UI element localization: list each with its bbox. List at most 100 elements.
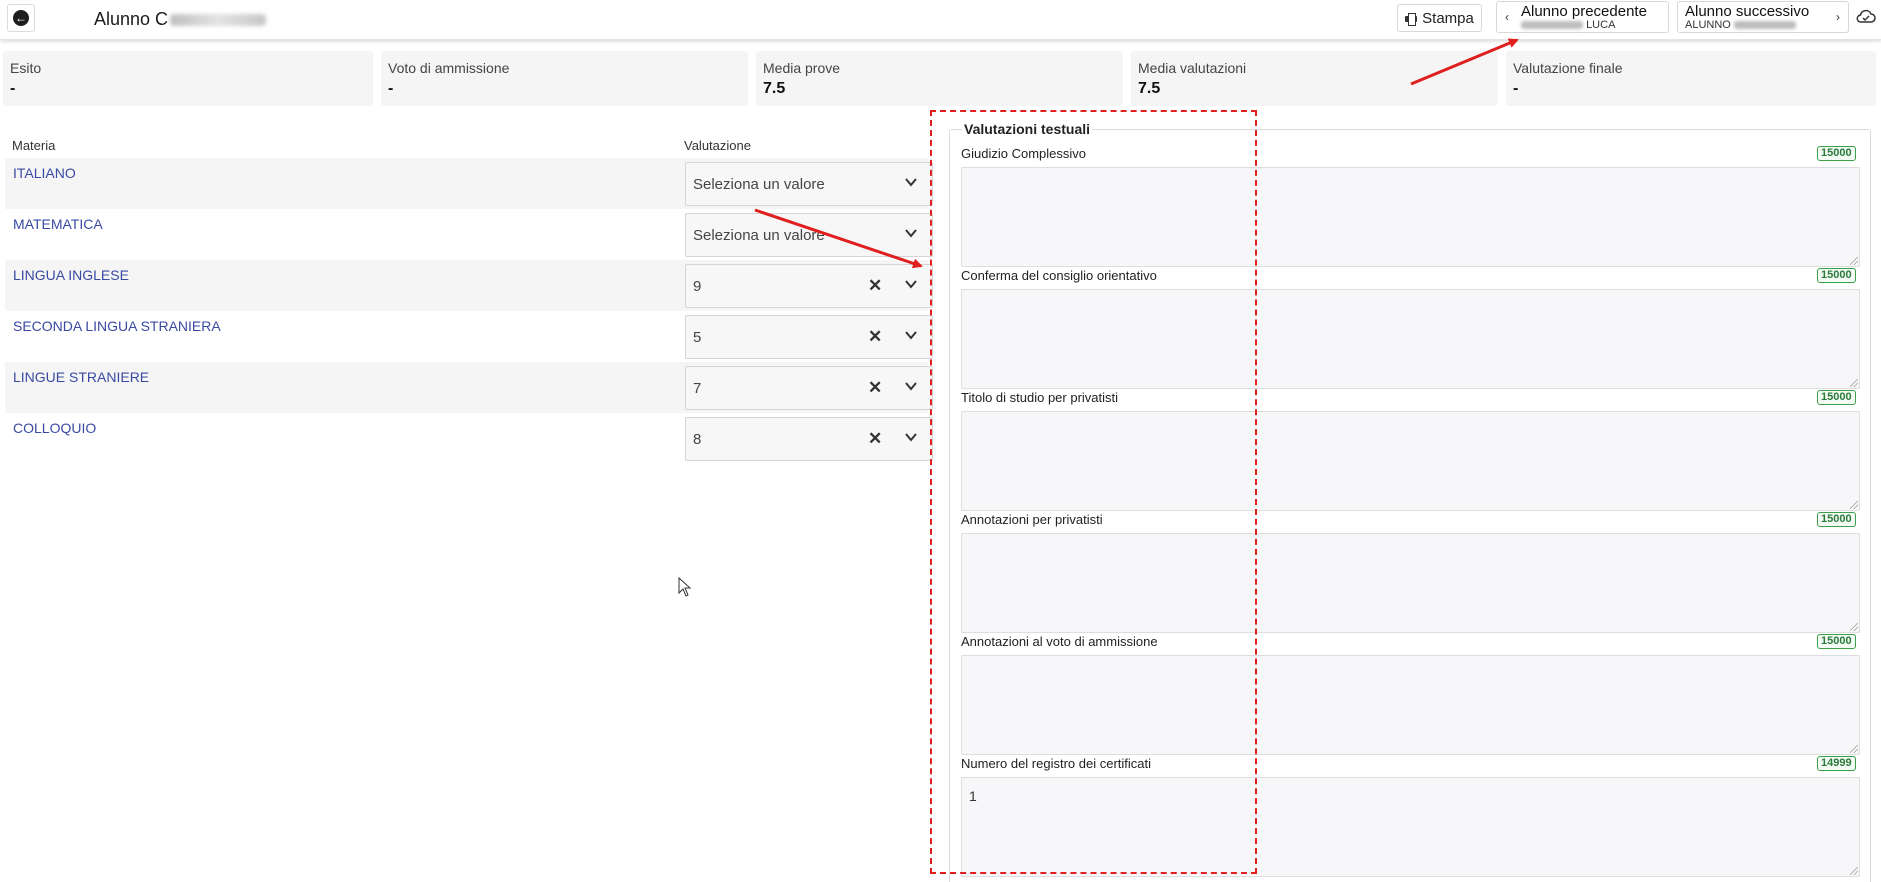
char-counter: 15000 [1817,390,1856,405]
column-header-valutazione: Valutazione [684,138,751,153]
field-label-consiglio: Conferma del consiglio orientativo [961,268,1157,283]
previous-student-button[interactable]: ‹ Alunno precedente LUCA [1496,1,1669,33]
summary-value: 7.5 [763,80,786,97]
back-button[interactable]: ← [7,4,35,32]
summary-label: Voto di ammissione [388,60,510,76]
resize-handle[interactable] [1850,501,1858,509]
grade-select-value: Seleziona un valore [693,227,825,244]
resize-handle[interactable] [1850,257,1858,265]
next-student-button[interactable]: Alunno successivo ALUNNO › [1677,1,1849,33]
subject-link[interactable]: LINGUE STRANIERE [13,369,149,385]
top-bar: ← Alunno C Stampa ‹ Alunno precedente LU… [0,0,1881,40]
print-button[interactable]: Stampa [1397,4,1482,32]
grade-row: SECONDA LINGUA STRANIERA 5 ✕ [5,311,933,362]
chevron-right-icon: › [1836,10,1840,24]
next-student-label: Alunno successivo [1685,3,1810,20]
resize-handle[interactable] [1850,379,1858,387]
grade-select-value: 5 [693,329,702,346]
field-label-numero-registro: Numero del registro dei certificati [961,756,1152,771]
next-student-name: ALUNNO [1685,19,1796,31]
chevron-down-icon [905,382,917,391]
back-icon: ← [13,10,29,26]
giudizio-complessivo-textarea[interactable] [961,167,1860,267]
previous-student-name: LUCA [1521,19,1615,31]
grade-select[interactable]: Seleziona un valore [685,162,933,206]
subject-link[interactable]: SECONDA LINGUA STRANIERA [13,318,221,334]
grade-select-value: 9 [693,278,702,295]
summary-card-esito: Esito - [3,51,373,106]
field-label-giudizio: Giudizio Complessivo [961,146,1086,161]
grade-row: MATEMATICA Seleziona un valore [5,209,933,260]
clear-icon[interactable]: ✕ [868,327,882,347]
student-name: Alunno C [94,9,169,29]
grade-row: LINGUE STRANIERE 7 ✕ [5,362,933,413]
chevron-down-icon [905,229,917,238]
textarea-value: 1 [969,788,977,804]
summary-label: Media valutazioni [1138,60,1247,76]
resize-handle[interactable] [1850,623,1858,631]
resize-handle[interactable] [1850,867,1858,875]
field-label-titolo: Titolo di studio per privatisti [961,390,1119,405]
mouse-cursor-icon [678,577,692,597]
char-counter: 15000 [1817,268,1856,283]
student-evaluation-page: { "header": { "title": "Alunno C", "prin… [0,0,1881,882]
clear-icon[interactable]: ✕ [868,378,882,398]
summary-value: - [10,80,16,97]
titolo-studio-textarea[interactable] [961,411,1860,511]
char-counter: 15000 [1817,634,1856,649]
redacted-name [170,14,267,27]
grade-select[interactable]: 8 ✕ [685,417,933,461]
char-counter: 14999 [1817,756,1856,771]
summary-label: Esito [10,60,42,76]
field-label-annotazioni-privatisti: Annotazioni per privatisti [961,512,1103,527]
clear-icon[interactable]: ✕ [868,429,882,449]
clear-icon[interactable]: ✕ [868,276,882,296]
grade-select-value: 8 [693,431,702,448]
summary-label: Media prove [763,60,841,76]
chevron-down-icon [905,178,917,187]
grade-select-value: Seleziona un valore [693,176,825,193]
redacted-text [1521,21,1583,30]
annotazioni-voto-textarea[interactable] [961,655,1860,755]
column-header-materia: Materia [12,138,56,153]
summary-value: 7.5 [1138,80,1161,97]
subject-link[interactable]: ITALIANO [13,165,76,181]
subject-link[interactable]: COLLOQUIO [13,420,96,436]
print-label: Stampa [1422,9,1474,27]
summary-value: - [388,80,394,97]
summary-card-media-prove: Media prove 7.5 [756,51,1123,106]
redacted-text [1733,21,1796,30]
char-counter: 15000 [1817,512,1856,527]
grade-row: LINGUA INGLESE 9 ✕ [5,260,933,311]
chevron-down-icon [905,433,917,442]
chevron-left-icon: ‹ [1505,10,1509,24]
grade-select[interactable]: Seleziona un valore [685,213,933,257]
summary-card-voto-ammissione: Voto di ammissione - [381,51,748,106]
previous-student-label: Alunno precedente [1521,3,1647,20]
char-counter: 15000 [1817,146,1856,161]
subject-link[interactable]: LINGUA INGLESE [13,267,129,283]
consiglio-orientativo-textarea[interactable] [961,289,1860,389]
previous-student-name-text: LUCA [1586,19,1616,31]
summary-label: Valutazione finale [1513,60,1623,76]
grade-select[interactable]: 7 ✕ [685,366,933,410]
cloud-icon[interactable] [1856,9,1876,23]
page-title: Alunno C [94,9,267,30]
chevron-down-icon [905,331,917,340]
summary-card-media-valutazioni: Media valutazioni 7.5 [1131,51,1498,106]
text-evaluations-title: Valutazioni testuali [962,121,1093,137]
grade-select[interactable]: 9 ✕ [685,264,933,308]
print-icon [1405,12,1418,26]
grade-select[interactable]: 5 ✕ [685,315,933,359]
grade-select-value: 7 [693,380,702,397]
resize-handle[interactable] [1850,745,1858,753]
summary-value: - [1513,80,1519,97]
next-student-name-text: ALUNNO [1685,19,1731,31]
grade-row: ITALIANO Seleziona un valore [5,158,933,209]
chevron-down-icon [905,280,917,289]
subject-link[interactable]: MATEMATICA [13,216,103,232]
numero-registro-textarea[interactable]: 1 [961,777,1860,877]
annotazioni-privatisti-textarea[interactable] [961,533,1860,633]
field-label-annotazioni-voto: Annotazioni al voto di ammissione [961,634,1158,649]
summary-card-valutazione-finale: Valutazione finale - [1506,51,1876,106]
